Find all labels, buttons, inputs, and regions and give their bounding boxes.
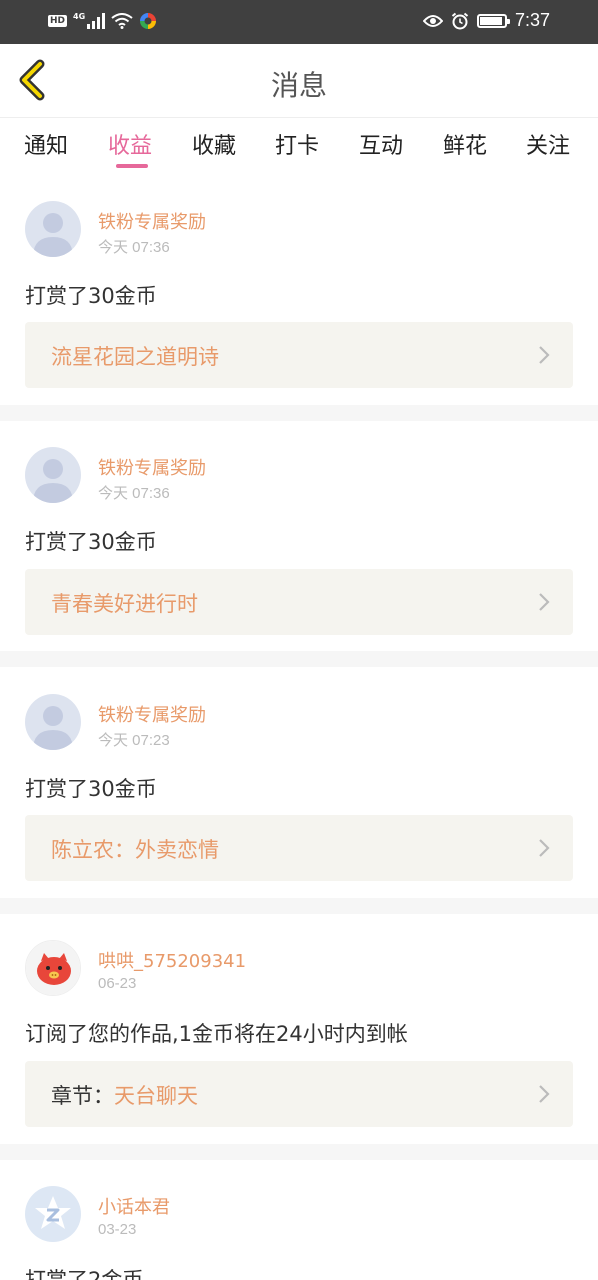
avatar[interactable] xyxy=(25,201,81,257)
battery-icon xyxy=(476,13,510,28)
tab-notifications[interactable]: 通知 xyxy=(24,128,68,160)
tab-earnings[interactable]: 收益 xyxy=(108,128,152,160)
message-card: 铁粉专属奖励 今天 07:36 打赏了30金币 流星花园之道明诗 xyxy=(0,176,598,405)
wifi-icon xyxy=(111,13,133,29)
status-right: 7:37 xyxy=(422,10,550,31)
divider xyxy=(0,1144,598,1160)
chapter-title: 天台聊天 xyxy=(114,1084,198,1108)
sender-name[interactable]: 铁粉专属奖励 xyxy=(98,454,206,480)
default-user-avatar-icon xyxy=(25,201,81,257)
message-content: 订阅了您的作品,1金币将在24小时内到帐 xyxy=(25,1022,408,1046)
chevron-right-icon xyxy=(539,593,550,611)
divider xyxy=(0,651,598,667)
message-card: 铁粉专属奖励 今天 07:23 打赏了30金币 陈立农：外卖恋情 xyxy=(0,667,598,898)
tab-follows[interactable]: 关注 xyxy=(526,128,570,160)
message-content: 打赏了30金币 xyxy=(25,530,157,554)
message-time: 06-23 xyxy=(98,975,137,992)
chevron-right-icon xyxy=(539,1085,550,1103)
tab-favorites[interactable]: 收藏 xyxy=(192,128,236,160)
chapter-link[interactable]: 章节：天台聊天 xyxy=(25,1061,573,1127)
work-link[interactable]: 陈立农：外卖恋情 xyxy=(25,815,573,881)
tab-bar: 通知 收益 收藏 打卡 互动 鲜花 关注 xyxy=(0,118,598,176)
brand-z-avatar-icon xyxy=(25,1186,81,1242)
page-title: 消息 xyxy=(270,69,327,102)
default-user-avatar-icon xyxy=(25,694,81,750)
signal-icon xyxy=(87,13,106,29)
active-tab-indicator xyxy=(116,164,148,168)
alarm-icon xyxy=(451,12,469,29)
tab-interactions[interactable]: 互动 xyxy=(359,128,403,160)
app-notification-icon xyxy=(140,13,157,29)
sender-name[interactable]: 铁粉专属奖励 xyxy=(98,701,206,727)
eye-icon xyxy=(422,14,443,27)
hd-badge: HD xyxy=(48,15,68,27)
message-time: 03-23 xyxy=(98,1221,137,1238)
chevron-right-icon xyxy=(539,346,550,364)
sender-name[interactable]: 铁粉专属奖励 xyxy=(98,208,206,234)
chapter-link-text: 章节：天台聊天 xyxy=(51,1080,198,1110)
message-card: 铁粉专属奖励 今天 07:36 打赏了30金币 青春美好进行时 xyxy=(0,421,598,651)
message-content: 打赏了30金币 xyxy=(25,284,157,308)
clock-time: 7:37 xyxy=(514,10,550,30)
work-title: 青春美好进行时 xyxy=(51,592,198,616)
divider xyxy=(0,898,598,914)
chapter-prefix: 章节： xyxy=(51,1084,114,1108)
message-content: 打赏了30金币 xyxy=(25,777,157,801)
message-time: 今天 07:36 xyxy=(98,485,170,502)
message-content: 打赏了2金币 xyxy=(25,1268,144,1280)
sender-name[interactable]: 哄哄_575209341 xyxy=(98,947,246,973)
avatar[interactable] xyxy=(25,1186,81,1242)
avatar[interactable] xyxy=(25,694,81,750)
work-link[interactable]: 青春美好进行时 xyxy=(25,569,573,635)
message-time: 今天 07:36 xyxy=(98,239,170,256)
chevron-right-icon xyxy=(539,839,550,857)
network-type: 4G xyxy=(73,11,86,21)
title-bar: 消息 xyxy=(0,44,598,118)
message-card: 哄哄_575209341 06-23 订阅了您的作品,1金币将在24小时内到帐 … xyxy=(0,914,598,1144)
status-bar: HD 4G 7:37 xyxy=(0,0,598,44)
work-title: 陈立农：外卖恋情 xyxy=(51,838,219,862)
divider xyxy=(0,405,598,421)
sender-name[interactable]: 小话本君 xyxy=(98,1193,170,1219)
tab-checkin[interactable]: 打卡 xyxy=(275,128,319,160)
work-title: 流星花园之道明诗 xyxy=(51,345,219,369)
pig-avatar-icon xyxy=(26,941,80,995)
message-card: 小话本君 03-23 打赏了2金币 xyxy=(0,1160,598,1280)
avatar[interactable] xyxy=(25,447,81,503)
default-user-avatar-icon xyxy=(25,447,81,503)
work-link[interactable]: 流星花园之道明诗 xyxy=(25,322,573,388)
avatar[interactable] xyxy=(25,940,81,996)
message-time: 今天 07:23 xyxy=(98,732,170,749)
status-left: HD 4G xyxy=(48,12,157,30)
tab-flowers[interactable]: 鲜花 xyxy=(443,128,487,160)
